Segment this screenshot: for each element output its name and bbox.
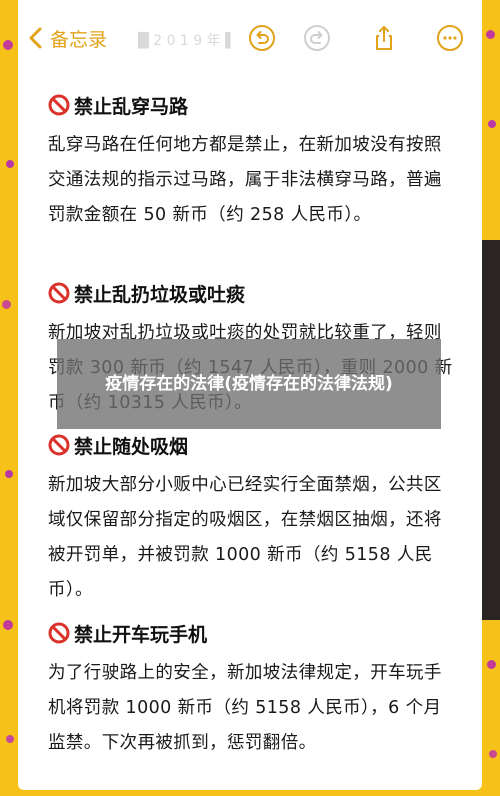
confetti-dot [5,470,13,478]
more-icon [437,25,463,51]
section-body: 为了行驶路上的安全，新加坡法律规定，开车玩手机将罚款 1000 新币（约 515… [48,663,442,753]
prohibited-icon [48,622,70,644]
confetti-dot [6,160,14,168]
background-shadow [482,240,500,620]
prohibited-icon [48,94,70,116]
back-chevron-icon [29,27,42,49]
section-body: 乱穿马路在任何地方都是禁止，在新加坡没有按照交通法规的指示过马路，属于非法横穿马… [48,135,442,225]
section-title: 禁止开车玩手机 [48,618,458,648]
confetti-dot [3,620,13,630]
confetti-dot [486,30,495,39]
confetti-dot [487,660,496,669]
section-title: 禁止乱扔垃圾或吐痰 [48,278,458,308]
redo-button[interactable] [301,22,333,54]
redo-icon [304,25,330,51]
undo-icon [249,25,275,51]
confetti-dot [6,735,14,743]
undo-button[interactable] [246,22,278,54]
prohibited-icon [48,282,70,304]
section-title: 禁止乱穿马路 [48,90,458,120]
back-label: 备忘录 [50,28,108,51]
back-button[interactable]: 备忘录 [26,22,107,54]
confetti-dot [3,40,13,50]
share-icon [376,26,392,50]
more-button[interactable] [434,22,466,54]
section-smoking: 禁止随处吸烟 新加坡大部分小贩中心已经实行全面禁烟，公共区域仅保留部分指定的吸烟… [48,430,458,608]
prohibited-icon [48,434,70,456]
section-jaywalking: 禁止乱穿马路 乱穿马路在任何地方都是禁止，在新加坡没有按照交通法规的指示过马路，… [48,90,458,233]
section-title: 禁止随处吸烟 [48,430,458,460]
section-phone-driving: 禁止开车玩手机 为了行驶路上的安全，新加坡法律规定，开车玩手机将罚款 1000 … [48,618,458,761]
confetti-dot [488,120,496,128]
section-body: 新加坡大部分小贩中心已经实行全面禁烟，公共区域仅保留部分指定的吸烟区，在禁烟区抽… [48,475,442,600]
notes-toolbar: 备忘录 █ 2 0 1 9 年 ▌ [18,0,482,78]
confetti-dot [489,750,497,758]
faint-header-text: █ 2 0 1 9 年 ▌ [138,33,236,49]
overlay-title-banner: 疫情存在的法律(疫情存在的法律法规) [57,339,441,429]
share-button[interactable] [368,22,400,54]
confetti-dot [2,300,11,309]
